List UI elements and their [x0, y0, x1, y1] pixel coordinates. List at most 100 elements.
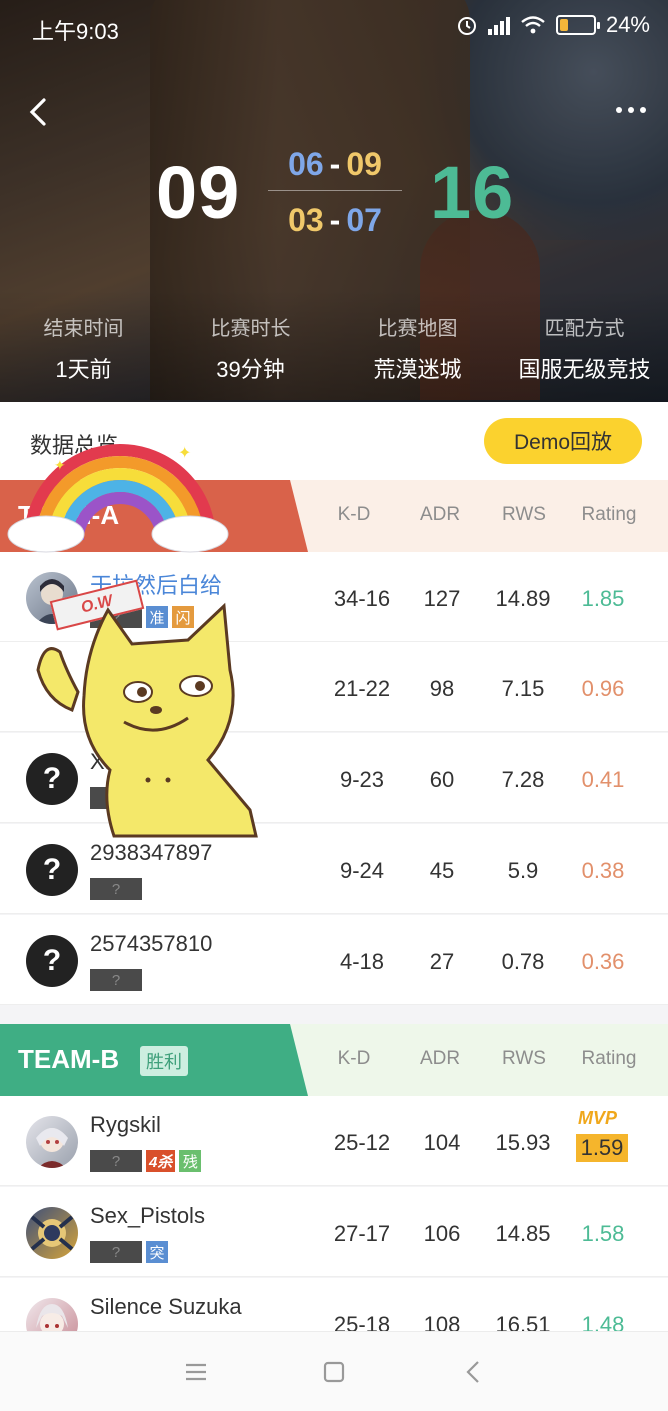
badge: 突 [146, 1241, 168, 1263]
wifi-icon [521, 16, 545, 34]
player-rating: 1.58 [581, 1221, 625, 1246]
player-adr: 27 [429, 949, 455, 974]
player-rating: 1.59 [576, 1134, 628, 1162]
col-kd: K-D [337, 1048, 371, 1069]
battery-percent: 24% [605, 12, 650, 37]
player-adr: 106 [423, 1221, 461, 1246]
badge-unknown: ? [90, 878, 142, 900]
player-adr: 60 [429, 767, 455, 792]
col-rws: RWS [502, 1048, 546, 1069]
info-label: 比赛地图 [377, 318, 458, 340]
section-gap [0, 1006, 668, 1024]
info-label: 比赛时长 [210, 318, 291, 340]
team-b-columns: K-D ADR RWS Rating [0, 1024, 668, 1096]
player-rws: 0.78 [501, 949, 545, 974]
battery-fill [559, 19, 568, 31]
player-name: 2574357810 [90, 931, 213, 956]
player-row[interactable]: Sex_Pistols ? 突 27-17 106 14.85 1.58 [0, 1187, 668, 1277]
player-name: 2938347897 [90, 840, 213, 865]
avatar [26, 1207, 78, 1259]
player-kd: 34-16 [333, 586, 391, 611]
badge: 4杀 [146, 1150, 176, 1172]
info-value: 39分钟 [216, 357, 285, 382]
half-divider [268, 190, 402, 191]
team-b-header: TEAM-B 胜利 K-D ADR RWS Rating [0, 1024, 668, 1096]
info-value: 荒漠迷城 [373, 357, 462, 382]
player-row[interactable]: Rygskil ? 4杀 残 25-12 104 15.93 MVP 1.59 [0, 1096, 668, 1186]
info-map: 比赛地图 荒漠迷城 [334, 312, 501, 392]
player-badges: ? [90, 969, 142, 991]
player-adr: 104 [423, 1130, 461, 1155]
mvp-label: MVP [578, 1108, 618, 1128]
avatar-image [36, 1128, 68, 1168]
first-half-b: 09 [346, 146, 382, 182]
doge-sticker [36, 602, 258, 838]
avatar [26, 1116, 78, 1168]
signal-icon [487, 15, 510, 35]
player-rws: 7.15 [501, 676, 545, 701]
player-kd: 9-24 [339, 858, 385, 883]
player-rws: 15.93 [495, 1130, 551, 1155]
battery-icon [555, 15, 600, 35]
match-info: 结束时间 1天前 比赛时长 39分钟 比赛地图 荒漠迷城 匹配方式 国服无级竞技 [0, 312, 668, 392]
demo-replay-button[interactable]: Demo回放 [484, 418, 642, 464]
info-mode: 匹配方式 国服无级竞技 [501, 312, 668, 392]
second-half-b: 07 [346, 202, 382, 238]
player-kd: 25-12 [333, 1130, 391, 1155]
player-rating: 0.41 [581, 767, 625, 792]
col-kd: K-D [337, 504, 371, 525]
player-badges: ? 突 [90, 1241, 168, 1263]
player-kd: 27-17 [333, 1221, 391, 1246]
second-half-a: 03 [288, 202, 324, 238]
info-label: 匹配方式 [544, 318, 625, 340]
player-rating: 0.38 [581, 858, 625, 883]
player-name: Sex_Pistols [90, 1203, 205, 1228]
avatar-image [30, 1215, 74, 1251]
player-name: Rygskil [90, 1112, 161, 1137]
col-rating: Rating [581, 1048, 637, 1069]
player-rating: 1.85 [581, 586, 625, 611]
alarm-icon [457, 17, 476, 35]
info-label: 结束时间 [43, 318, 124, 340]
status-bar: 上午9:03 24% [0, 0, 668, 56]
match-header: 上午9:03 24% 09 06 - 09 03 - 07 16 结束时间 1天… [0, 0, 668, 402]
screen: 上午9:03 24% 09 06 - 09 03 - 07 16 结束时间 1天… [0, 0, 668, 1411]
col-rating: Rating [581, 504, 637, 525]
rainbow-sticker: ✦ ✦ [7, 443, 229, 553]
triangle-back-icon[interactable] [460, 1358, 488, 1386]
system-nav-bar [0, 1331, 668, 1411]
player-badges: ? [90, 878, 142, 900]
badge-unknown: ? [90, 969, 142, 991]
col-adr: ADR [419, 504, 461, 525]
player-rws: 14.85 [495, 1221, 551, 1246]
player-kd: 4-18 [339, 949, 385, 974]
player-adr: 45 [429, 858, 455, 883]
col-rws: RWS [502, 504, 546, 525]
menu-icon[interactable] [182, 1358, 210, 1386]
square-icon[interactable] [320, 1358, 348, 1386]
player-rws: 5.9 [507, 858, 539, 883]
info-end-time: 结束时间 1天前 [0, 312, 167, 392]
badge-unknown: ? [90, 1150, 142, 1172]
first-half-dash: - [329, 146, 341, 182]
second-half-score: 03-07 [268, 202, 402, 239]
svg-text:✦: ✦ [178, 443, 191, 462]
player-row[interactable]: ? 2574357810 ? 4-18 27 0.78 0.36 [0, 915, 668, 1005]
player-rating: 0.36 [581, 949, 625, 974]
unknown-avatar-icon: ? [26, 935, 78, 987]
unknown-avatar-icon: ? [26, 844, 78, 896]
col-adr: ADR [419, 1048, 461, 1069]
second-half-dash: - [329, 202, 341, 238]
chevron-left-icon[interactable] [24, 96, 54, 128]
player-kd: 21-22 [333, 676, 391, 701]
player-rating: 0.96 [581, 676, 625, 701]
info-value: 1天前 [55, 357, 112, 382]
player-kd: 9-23 [339, 767, 385, 792]
svg-text:✦: ✦ [54, 458, 66, 474]
info-duration: 比赛时长 39分钟 [167, 312, 334, 392]
more-horizontal-icon[interactable] [614, 100, 648, 120]
player-badges: ? 4杀 残 [90, 1150, 202, 1172]
half-scores: 06-09 03-07 [268, 142, 402, 242]
status-icons: 24% [456, 12, 650, 38]
first-half-score: 06-09 [268, 146, 402, 183]
